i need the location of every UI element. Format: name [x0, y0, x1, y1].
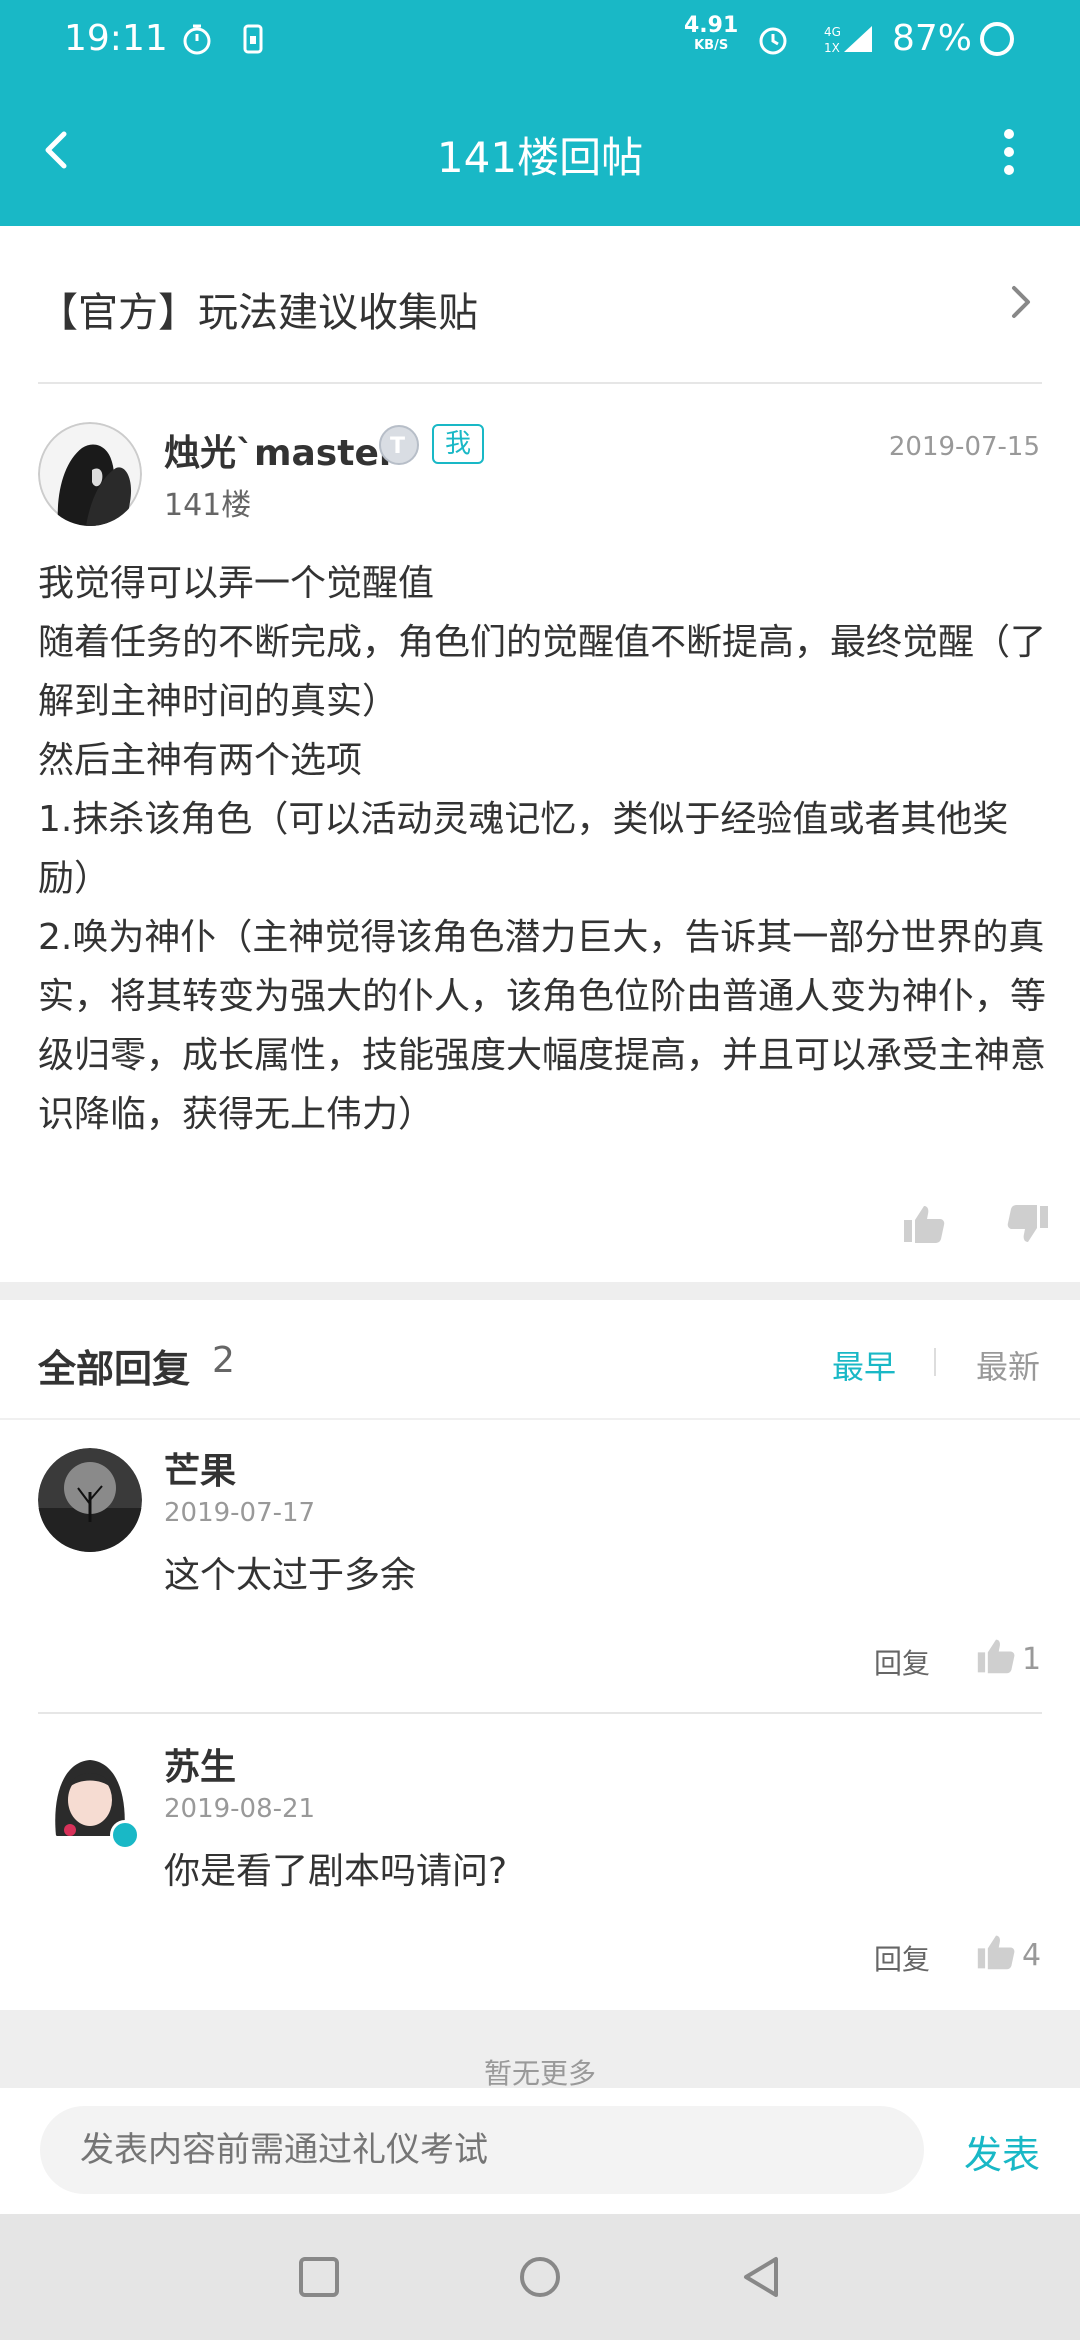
author-name[interactable]: 烛光`master: [164, 424, 397, 476]
post-paragraph: 我觉得可以弄一个觉醒值: [38, 563, 435, 604]
reply-button[interactable]: 回复: [874, 1642, 930, 1682]
no-more-label: 暂无更多: [483, 2057, 596, 2090]
floor-number: 141楼: [164, 488, 252, 523]
sort-separator: [934, 1348, 936, 1376]
thumbs-up-icon[interactable]: [976, 1636, 1016, 1676]
more-options-icon[interactable]: [994, 124, 1024, 180]
sort-latest-button[interactable]: 最新: [976, 1342, 1040, 1388]
section-gap: [0, 1282, 1080, 1300]
verified-badge-icon: [110, 1820, 140, 1850]
reply-author[interactable]: 芒果: [164, 1442, 236, 1494]
post-paragraph: 随着任务的不断完成，角色们的觉醒值不断提高，最终觉醒（了解到主神时间的真实）: [38, 622, 1047, 722]
title-bar: 141楼回帖: [0, 78, 1080, 226]
post-paragraph: 2.唤为神仆（主神觉得该角色潜力巨大，告诉其一部分世界的真实，将其转变为强大的仆…: [38, 917, 1047, 1135]
author-avatar[interactable]: [38, 422, 142, 526]
thumbs-up-icon[interactable]: [902, 1202, 946, 1246]
network-speed: 4.91 KB/S: [684, 13, 739, 56]
status-bar: 19:11 4.91 KB/S 4G 1X 87%: [0, 0, 1080, 78]
post-date: 2019-07-15: [888, 432, 1040, 462]
reply-text: 这个太过于多余: [164, 1555, 417, 1596]
like-count: 4: [1022, 1938, 1042, 1973]
me-badge: 我: [432, 424, 484, 464]
battery-level: 87%: [892, 18, 973, 59]
network-speed-value: 4.91: [684, 13, 739, 38]
avatar-image: [38, 422, 142, 526]
battery-ring-icon: [980, 22, 1014, 56]
stopwatch-icon: [183, 24, 211, 55]
divider: [38, 382, 1042, 384]
reply-button[interactable]: 回复: [874, 1938, 930, 1978]
recent-apps-icon[interactable]: [296, 2254, 342, 2300]
comment-input[interactable]: [40, 2106, 924, 2194]
system-nav-bar: [0, 2214, 1080, 2340]
post-paragraph: 然后主神有两个选项: [38, 740, 363, 781]
like-count: 1: [1022, 1642, 1042, 1677]
alarm-icon: [759, 27, 787, 55]
topic-title: 【官方】玩法建议收集贴: [38, 290, 478, 336]
signal-icon: 4G 1X: [824, 25, 872, 55]
reply-text: 你是看了剧本吗请问?: [164, 1851, 508, 1892]
reply-avatar[interactable]: [38, 1448, 142, 1552]
post-content: 我觉得可以弄一个觉醒值 随着任务的不断完成，角色们的觉醒值不断提高，最终觉醒（了…: [38, 554, 1048, 1144]
avatar-image: [38, 1448, 142, 1552]
reply-item: 芒果 2019-07-17 这个太过于多余 回复 1: [0, 1420, 1080, 1710]
network-speed-unit: KB/S: [694, 38, 729, 53]
svg-text:4G: 4G: [824, 25, 841, 39]
back-icon[interactable]: [738, 2254, 784, 2300]
composer-bar: 发表: [0, 2088, 1080, 2214]
thumbs-up-icon[interactable]: [976, 1932, 1016, 1972]
svg-text:T: T: [390, 434, 405, 459]
post-paragraph: 1.抹杀该角色（可以活动灵魂记忆，类似于经验值或者其他奖励）: [38, 799, 1009, 899]
reply-author[interactable]: 苏生: [164, 1738, 236, 1790]
reply-date: 2019-07-17: [164, 1498, 316, 1528]
page-title: 141楼回帖: [436, 133, 644, 182]
phone-icon: [243, 24, 263, 54]
level-badge-icon: T: [379, 425, 419, 465]
home-icon[interactable]: [517, 2254, 563, 2300]
thumbs-down-icon[interactable]: [1006, 1202, 1050, 1246]
status-time: 19:11: [64, 18, 168, 59]
topic-link[interactable]: 【官方】玩法建议收集贴: [0, 226, 1080, 384]
svg-text:1X: 1X: [824, 41, 840, 55]
reply-date: 2019-08-21: [164, 1794, 316, 1824]
all-replies-title: 全部回复: [38, 1347, 191, 1391]
publish-button[interactable]: 发表: [964, 2124, 1040, 2179]
reply-item: 苏生 2019-08-21 你是看了剧本吗请问? 回复 4: [0, 1714, 1080, 2010]
chevron-right-icon: [1012, 286, 1030, 318]
reply-count: 2: [212, 1340, 235, 1381]
sort-earliest-button[interactable]: 最早: [832, 1342, 896, 1388]
